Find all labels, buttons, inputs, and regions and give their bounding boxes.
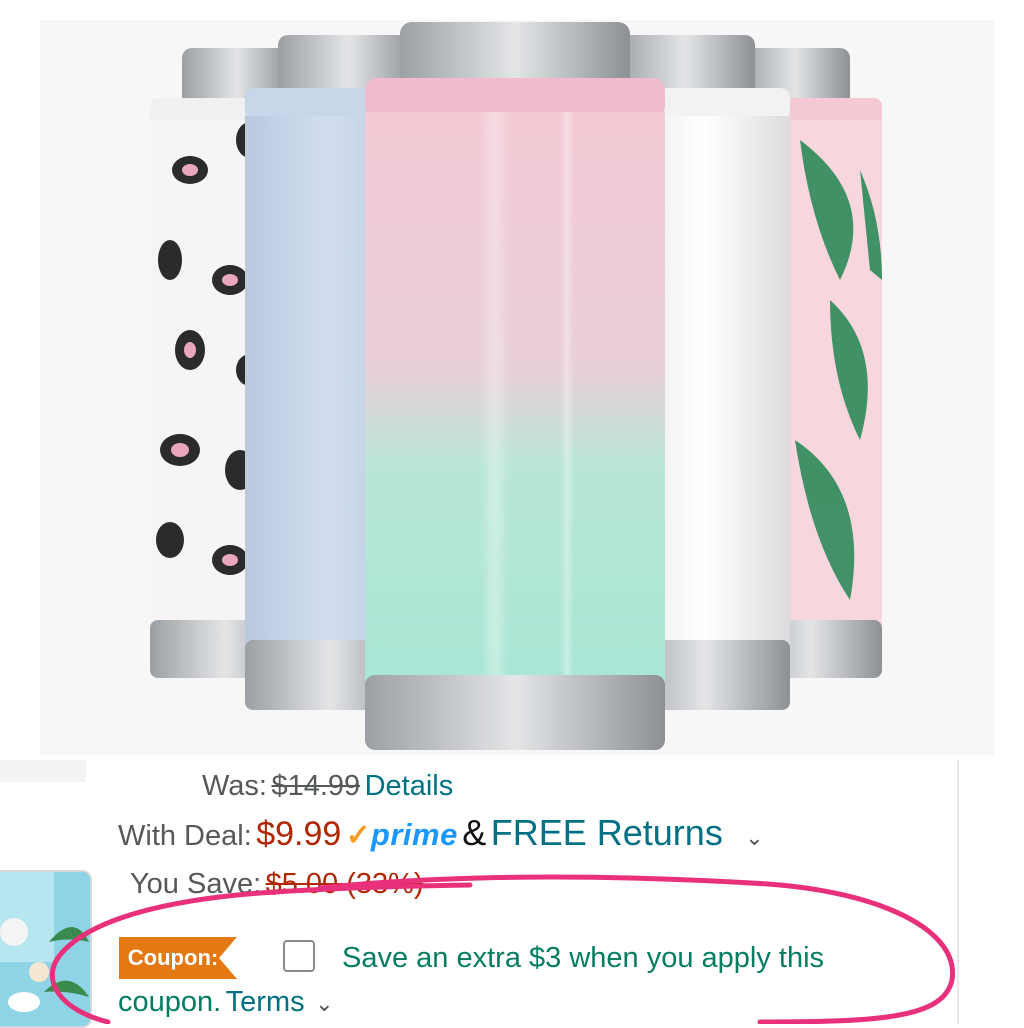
coupon-text-line2-row: coupon. Terms ⌄	[118, 986, 334, 1019]
thumbnail-art	[0, 872, 90, 1026]
coupon-text-line1-row: Save an extra $3 when you apply this	[342, 942, 824, 975]
was-row: Was: $14.99 Details	[202, 770, 453, 803]
free-returns-link[interactable]: FREE Returns	[491, 812, 723, 853]
coupon-badge: Coupon:	[119, 937, 237, 979]
coupon-checkbox[interactable]	[283, 940, 315, 972]
was-price: $14.99	[271, 770, 361, 802]
divider	[957, 760, 959, 1024]
product-image[interactable]	[40, 20, 994, 755]
deal-label: With Deal:	[118, 820, 252, 852]
coupon-text: Save an extra $3 when you apply this	[342, 942, 825, 974]
save-row: You Save: $5.00 (33%)	[130, 868, 424, 901]
save-label: You Save:	[130, 868, 262, 900]
tumblers-illustration	[150, 22, 882, 750]
prime-badge: ✓prime	[346, 817, 463, 852]
coupon-text-end: coupon.	[118, 986, 222, 1018]
deal-row: With Deal: $9.99 ✓prime & FREE Returns ⌄	[118, 812, 764, 854]
terms-chevron-down-icon[interactable]: ⌄	[315, 991, 333, 1016]
prime-check-icon: ✓	[345, 819, 371, 852]
thumbnail-image[interactable]	[0, 870, 92, 1028]
was-label: Was:	[202, 770, 267, 802]
left-strip	[0, 760, 86, 782]
ampersand: &	[462, 812, 487, 853]
deal-price: $9.99	[256, 815, 342, 853]
iridescent-tumbler	[365, 22, 665, 750]
prime-text: prime	[370, 817, 458, 852]
terms-link[interactable]: Terms	[226, 986, 305, 1018]
chevron-down-icon[interactable]: ⌄	[745, 825, 763, 850]
coupon-badge-label: Coupon:	[127, 945, 219, 970]
save-amount: $5.00 (33%)	[265, 868, 424, 900]
details-link[interactable]: Details	[365, 770, 454, 802]
